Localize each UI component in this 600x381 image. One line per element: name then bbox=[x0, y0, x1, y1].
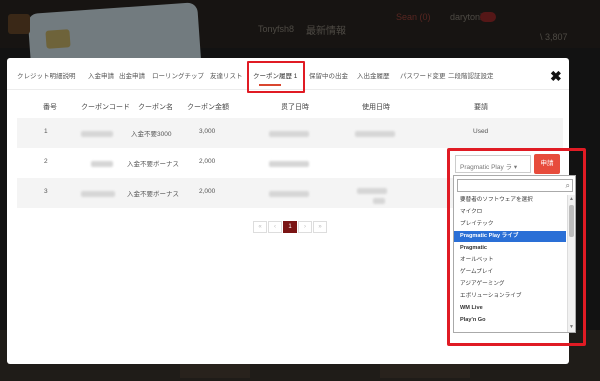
dropdown-option-selected[interactable]: Pragmatic Play ライブ bbox=[454, 231, 566, 242]
used-date-redacted bbox=[355, 131, 395, 137]
dropdown-option[interactable]: Pragmatic bbox=[454, 243, 566, 254]
dropdown-search-input[interactable]: ⌕ bbox=[457, 179, 573, 192]
coupon-amount: 3,000 bbox=[199, 128, 216, 135]
dropdown-option[interactable]: WM Live bbox=[454, 303, 566, 314]
coupon-code-redacted bbox=[81, 191, 115, 197]
status-text: Used bbox=[473, 128, 489, 135]
dropdown-option[interactable]: エボリューションライブ bbox=[454, 291, 566, 302]
tab-friend-list[interactable]: 友達リスト bbox=[210, 70, 243, 80]
table-header: 番号 クーポンコード クーポン名 クーポン金額 贯了日時 使用日時 要請 bbox=[17, 102, 563, 114]
tab-transaction-history[interactable]: 入出金履歴 bbox=[357, 70, 390, 80]
provider-dropdown: ⌕ 要替者のソフトウェアを選択 マイクロ プレイテック Pragmatic Pl… bbox=[453, 175, 576, 333]
page-number-button[interactable]: 1 bbox=[283, 221, 297, 233]
dropdown-options: 要替者のソフトウェアを選択 マイクロ プレイテック Pragmatic Play… bbox=[454, 195, 566, 332]
row-number: 3 bbox=[44, 188, 48, 195]
header-expiry-date: 贯了日時 bbox=[281, 104, 309, 111]
scroll-down-icon[interactable]: ▼ bbox=[569, 324, 574, 330]
expiry-redacted bbox=[269, 161, 309, 167]
coupon-name: 入金不要ボーナス bbox=[127, 161, 179, 168]
header-coupon-amount: クーポン金額 bbox=[187, 104, 229, 111]
coupon-name: 入金不要ボーナス bbox=[127, 191, 179, 198]
dropdown-option[interactable]: 要替者のソフトウェアを選択 bbox=[454, 195, 566, 206]
expiry-redacted bbox=[269, 131, 309, 137]
header-number: 番号 bbox=[43, 104, 57, 111]
provider-select[interactable]: Pragmatic Play ラ ▾ bbox=[455, 155, 531, 173]
row-number: 1 bbox=[44, 128, 48, 135]
tab-change-password[interactable]: パスワード変更 bbox=[400, 70, 446, 80]
expiry-redacted bbox=[269, 191, 309, 197]
first-page-button[interactable]: « bbox=[253, 221, 267, 233]
prev-page-button[interactable]: ‹ bbox=[268, 221, 282, 233]
dropdown-option[interactable]: Play'n Go bbox=[454, 315, 566, 326]
apply-button[interactable]: 申請 bbox=[534, 154, 560, 174]
header-coupon-code: クーポンコード bbox=[81, 104, 130, 111]
header-used-date: 使用日時 bbox=[362, 104, 390, 111]
tab-withdraw-request[interactable]: 出金申請 bbox=[119, 70, 145, 80]
dropdown-option[interactable]: マイクロ bbox=[454, 207, 566, 218]
next-page-button[interactable]: › bbox=[298, 221, 312, 233]
tab-deposit-request[interactable]: 入金申請 bbox=[88, 70, 114, 80]
used-date-redacted bbox=[357, 188, 387, 194]
tab-rolling-chip[interactable]: ローリングチップ bbox=[152, 70, 204, 80]
dropdown-option[interactable]: プレイテック bbox=[454, 219, 566, 230]
row-number: 2 bbox=[44, 158, 48, 165]
dropdown-option[interactable]: ゲームプレイ bbox=[454, 267, 566, 278]
coupon-amount: 2,000 bbox=[199, 158, 216, 165]
coupon-amount: 2,000 bbox=[199, 188, 216, 195]
coupon-code-redacted bbox=[91, 161, 113, 167]
dropdown-scrollbar[interactable]: ▲ ▼ bbox=[567, 195, 575, 332]
table-row: 1 入金不要3000 3,000 Used bbox=[17, 118, 563, 148]
last-page-button[interactable]: » bbox=[313, 221, 327, 233]
scroll-thumb[interactable] bbox=[569, 205, 574, 237]
tab-highlight-frame bbox=[247, 61, 305, 93]
used-date-redacted bbox=[373, 198, 385, 204]
dropdown-option[interactable]: オールベット bbox=[454, 255, 566, 266]
search-icon: ⌕ bbox=[565, 181, 570, 190]
coupon-name: 入金不要3000 bbox=[131, 131, 172, 138]
tab-pending-withdrawals[interactable]: 保留中の出金 bbox=[309, 70, 348, 80]
close-icon[interactable]: ✖ bbox=[550, 69, 562, 83]
header-request: 要請 bbox=[474, 104, 488, 111]
dropdown-option[interactable]: アジアゲーミング bbox=[454, 279, 566, 290]
tab-credit-details[interactable]: クレジット明細説明 bbox=[17, 70, 76, 80]
tab-two-factor[interactable]: 二段階認証設定 bbox=[448, 70, 494, 80]
account-tabs: クレジット明細説明 入金申請 出金申請 ローリングチップ 友達リスト クーポン履… bbox=[7, 58, 569, 93]
header-coupon-name: クーポン名 bbox=[138, 104, 173, 111]
scroll-up-icon[interactable]: ▲ bbox=[569, 196, 574, 202]
coupon-code-redacted bbox=[81, 131, 113, 137]
